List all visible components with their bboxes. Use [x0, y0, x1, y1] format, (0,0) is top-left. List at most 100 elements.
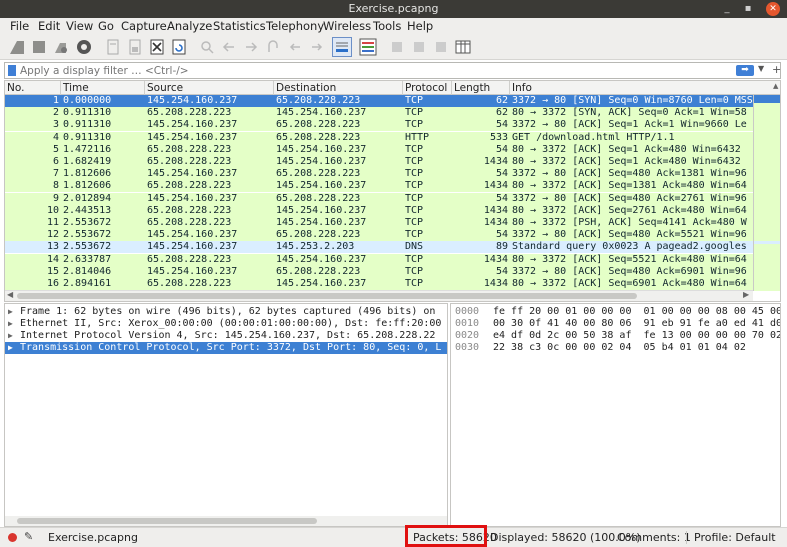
column-divider[interactable] [509, 81, 510, 95]
packet-row[interactable]: 16 2.894161 65.208.228.223 145.254.160.237 T… [5, 278, 753, 290]
bookmark-icon[interactable] [8, 65, 16, 76]
detail-text: Frame 1: 62 bytes on wire (496 bits), 62… [20, 306, 436, 317]
go-back-icon[interactable] [220, 38, 238, 56]
packet-row[interactable]: 6 1.682419 65.208.228.223 145.254.160.237 TC… [5, 156, 753, 168]
save-file-icon[interactable] [126, 38, 144, 56]
menu-help[interactable]: Help [407, 19, 433, 33]
capture-options-icon[interactable] [75, 38, 93, 56]
column-header-info[interactable]: Info [512, 82, 532, 94]
bytes-row[interactable]: 0020 e4 df 0d 2c 00 50 38 af fe 13 00 00… [451, 330, 780, 342]
chevron-down-icon[interactable]: ▼ [758, 64, 764, 73]
colorize-icon[interactable] [358, 37, 378, 57]
packet-row[interactable]: 15 2.814046 145.254.160.237 65.208.228.223 T… [5, 265, 753, 278]
scroll-right-icon[interactable]: ▶ [743, 290, 749, 299]
packet-row[interactable]: 4 0.911310 145.254.160.237 65.208.228.223 HT… [5, 131, 753, 144]
menu-edit[interactable]: Edit [38, 19, 60, 33]
packet-row[interactable]: 10 2.443513 65.208.228.223 145.254.160.237 T… [5, 204, 753, 217]
scroll-left-icon[interactable]: ◀ [7, 290, 13, 299]
bytes-row[interactable]: 0010 00 30 0f 41 40 00 80 06 91 eb 91 fe… [451, 318, 780, 330]
go-to-packet-icon[interactable] [264, 38, 282, 56]
packet-cell-dst: 65.208.228.223 [276, 119, 361, 131]
packet-row[interactable]: 14 2.633787 65.208.228.223 145.254.160.237 T… [5, 253, 753, 266]
zoom-in-icon[interactable] [388, 38, 406, 56]
open-file-icon[interactable] [104, 38, 122, 56]
bytes-row[interactable]: 0030 22 38 c3 0c 00 00 02 04 05 b4 01 01… [451, 342, 780, 354]
column-header-source[interactable]: Source [147, 82, 183, 94]
apply-filter-icon[interactable]: ➡ [736, 65, 754, 76]
packet-cell-no: 5 [52, 143, 59, 155]
scroll-thumb[interactable] [17, 293, 637, 299]
menu-file[interactable]: File [10, 19, 29, 33]
column-divider[interactable] [451, 81, 452, 95]
normal-size-icon[interactable] [432, 38, 450, 56]
column-header-time[interactable]: Time [63, 82, 89, 94]
byte-hex[interactable]: e4 df 0d 2c 00 50 38 af fe 13 00 00 00 0… [493, 330, 780, 342]
byte-hex[interactable]: 22 38 c3 0c 00 00 02 04 05 b4 01 01 04 0… [493, 342, 746, 354]
stop-capture-icon[interactable] [30, 38, 48, 56]
add-filter-button-icon[interactable]: + [772, 63, 781, 76]
byte-hex[interactable]: 00 30 0f 41 40 00 80 06 91 eb 91 fe a0 e… [493, 318, 780, 330]
close-icon[interactable]: ✕ [766, 2, 780, 16]
column-divider[interactable] [402, 81, 403, 95]
menu-view[interactable]: View [66, 19, 93, 33]
byte-hex[interactable]: fe ff 20 00 01 00 00 00 01 00 00 00 08 0… [493, 306, 780, 318]
restart-capture-icon[interactable] [52, 38, 70, 56]
close-file-icon[interactable] [148, 38, 166, 56]
find-packet-icon[interactable] [198, 38, 216, 56]
details-hscrollbar[interactable] [5, 516, 447, 526]
reload-file-icon[interactable] [170, 38, 188, 56]
column-divider[interactable] [60, 81, 61, 95]
menu-analyze[interactable]: Analyze [167, 19, 212, 33]
zoom-out-icon[interactable] [410, 38, 428, 56]
packet-minimap[interactable] [753, 95, 780, 291]
menu-go[interactable]: Go [98, 19, 114, 33]
expand-arrow-icon[interactable]: ▶ [8, 318, 13, 330]
scroll-up-icon[interactable]: ▲ [773, 82, 778, 90]
column-header-no[interactable]: No. [7, 82, 24, 94]
packet-row[interactable]: 12 2.553672 145.254.160.237 65.208.228.223 T… [5, 229, 753, 242]
detail-row-ethernet[interactable]: ▶ Ethernet II, Src: Xerox_00:00:00 (00:0… [5, 318, 447, 330]
bytes-row[interactable]: 0000 fe ff 20 00 01 00 00 00 01 00 00 00… [451, 306, 780, 318]
expand-arrow-icon[interactable]: ▶ [8, 330, 13, 342]
detail-row-frame[interactable]: ▶ Frame 1: 62 bytes on wire (496 bits), … [5, 306, 447, 318]
menu-tools[interactable]: Tools [373, 19, 401, 33]
expand-arrow-icon[interactable]: ▶ [8, 342, 13, 354]
menu-statistics[interactable]: Statistics [213, 19, 266, 33]
minimize-icon[interactable]: _ [720, 2, 734, 16]
scroll-thumb[interactable] [17, 518, 317, 524]
column-divider[interactable] [144, 81, 145, 95]
display-filter-input[interactable] [20, 63, 720, 78]
packet-row[interactable]: 2 0.911310 65.208.228.223 145.254.160.237 TC… [5, 107, 753, 120]
menu-capture[interactable]: Capture [121, 19, 167, 33]
expert-info-icon[interactable] [8, 533, 17, 542]
column-divider[interactable] [273, 81, 274, 95]
packet-row[interactable]: 5 1.472116 65.208.228.223 145.254.160.237 TC… [5, 143, 753, 156]
packet-row[interactable]: 11 2.553672 65.208.228.223 145.254.160.237 T… [5, 217, 753, 229]
maximize-icon[interactable]: ▪ [741, 2, 755, 16]
resize-columns-icon[interactable] [454, 38, 472, 56]
column-header-length[interactable]: Length [454, 82, 490, 94]
packet-row[interactable]: 3 0.911310 145.254.160.237 65.208.228.223 TC… [5, 119, 753, 132]
menu-wireless[interactable]: Wireless [323, 19, 371, 33]
packet-row[interactable]: 13 2.553672 145.254.160.237 145.253.2.203 DN… [5, 241, 753, 254]
packet-row[interactable]: 7 1.812606 145.254.160.237 65.208.228.223 TC… [5, 168, 753, 181]
capture-comment-icon[interactable]: ✎ [24, 530, 33, 543]
autoscroll-icon[interactable] [332, 37, 352, 57]
packet-row[interactable]: 9 2.012894 145.254.160.237 65.208.228.223 TC… [5, 192, 753, 205]
menu-telephony[interactable]: Telephony [266, 19, 324, 33]
packet-list-header: No. Time Source Destination Protocol Len… [5, 81, 780, 95]
status-profile[interactable]: Profile: Default [694, 531, 776, 544]
column-header-protocol[interactable]: Protocol [405, 82, 447, 94]
packet-row[interactable]: 1 0.000000 145.254.160.237 65.208.228.223 TC… [5, 95, 753, 107]
packet-cell-time: 2.553672 [63, 229, 112, 241]
go-forward-icon[interactable] [242, 38, 260, 56]
detail-row-tcp[interactable]: ▶ Transmission Control Protocol, Src Por… [5, 342, 447, 354]
expand-arrow-icon[interactable]: ▶ [8, 306, 13, 318]
go-first-packet-icon[interactable] [286, 38, 304, 56]
detail-row-ipv4[interactable]: ▶ Internet Protocol Version 4, Src: 145.… [5, 330, 447, 342]
go-last-packet-icon[interactable] [308, 38, 326, 56]
column-header-destination[interactable]: Destination [276, 82, 336, 94]
start-capture-icon[interactable] [8, 38, 26, 56]
packet-list-hscrollbar[interactable]: ◀ ▶ [5, 290, 753, 301]
packet-row[interactable]: 8 1.812606 65.208.228.223 145.254.160.237 TC… [5, 180, 753, 193]
